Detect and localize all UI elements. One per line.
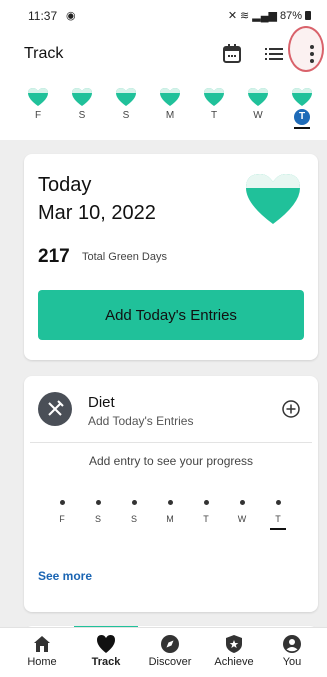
day-dot bbox=[239, 500, 245, 505]
heart-icon bbox=[72, 88, 92, 106]
day-label: T bbox=[203, 514, 209, 524]
week-day-item[interactable]: W bbox=[243, 88, 273, 121]
page-title: Track bbox=[24, 45, 64, 62]
week-day-label: F bbox=[34, 110, 42, 121]
nav-label: Track bbox=[91, 656, 121, 668]
diet-day: M bbox=[158, 500, 182, 524]
wifi-icon: ≋ bbox=[240, 10, 250, 22]
green-days-label: Total Green Days bbox=[82, 251, 167, 263]
shield-star-icon bbox=[226, 635, 242, 653]
progress-message: Add entry to see your progress bbox=[88, 454, 254, 468]
diet-week-row: F S S M T W T bbox=[24, 500, 318, 540]
week-day-item[interactable]: T bbox=[199, 88, 229, 121]
nav-item-you[interactable]: You bbox=[264, 634, 320, 668]
diet-day: S bbox=[86, 500, 110, 524]
week-day-label: S bbox=[78, 110, 86, 121]
week-day-label: T bbox=[294, 109, 310, 125]
week-day-item[interactable]: F bbox=[23, 88, 53, 121]
add-todays-entries-button[interactable]: Add Today's Entries bbox=[38, 290, 304, 340]
nav-item-home[interactable]: Home bbox=[14, 634, 70, 668]
week-day-label: W bbox=[253, 110, 263, 121]
add-circle-icon[interactable] bbox=[282, 400, 300, 418]
heart-icon bbox=[204, 88, 224, 106]
status-icons: ✕ ≋ ▂▄▆ 87% bbox=[228, 9, 311, 22]
diet-day: S bbox=[122, 500, 146, 524]
heart-icon bbox=[28, 88, 48, 106]
week-strip: F S S M T W T bbox=[0, 88, 327, 138]
day-label: W bbox=[237, 514, 247, 524]
status-time: 11:37 bbox=[28, 9, 58, 23]
diet-subtitle: Add Today's Entries bbox=[88, 414, 194, 428]
diet-card: Diet Add Today's Entries Add entry to se… bbox=[24, 376, 318, 612]
day-dot bbox=[167, 500, 173, 505]
battery-icon bbox=[305, 11, 311, 20]
day-dot bbox=[203, 500, 209, 505]
selected-underline bbox=[270, 528, 286, 530]
nav-label: Discover bbox=[148, 656, 192, 668]
diet-title: Diet bbox=[88, 394, 115, 411]
list-icon[interactable] bbox=[262, 42, 286, 66]
diet-day-selected: T bbox=[266, 500, 290, 530]
diet-day: T bbox=[194, 500, 218, 524]
person-icon bbox=[283, 635, 301, 653]
day-label: T bbox=[275, 514, 281, 524]
week-day-item[interactable]: S bbox=[111, 88, 141, 121]
week-day-item[interactable]: M bbox=[155, 88, 185, 121]
compass-icon bbox=[161, 635, 179, 653]
diet-day: W bbox=[230, 500, 254, 524]
heart-icon bbox=[246, 174, 300, 224]
heart-icon bbox=[116, 88, 136, 106]
today-card: Today Mar 10, 2022 217 Total Green Days … bbox=[24, 154, 318, 360]
nav-label: Home bbox=[27, 656, 57, 668]
day-label: F bbox=[59, 514, 65, 524]
nav-item-discover[interactable]: Discover bbox=[142, 634, 198, 668]
fork-knife-icon bbox=[48, 400, 64, 416]
heart-icon bbox=[160, 88, 180, 106]
week-day-label: M bbox=[165, 110, 175, 121]
green-days-count: 217 bbox=[38, 246, 70, 267]
nav-label: Achieve bbox=[214, 656, 254, 668]
status-bar: 11:37 ◉ ✕ ≋ ▂▄▆ 87% bbox=[0, 0, 327, 32]
battery-percent: 87% bbox=[279, 9, 302, 22]
see-more-link[interactable]: See more bbox=[38, 569, 92, 583]
nav-label: You bbox=[282, 656, 302, 668]
week-day-label: S bbox=[122, 110, 130, 121]
notification-icon: ◉ bbox=[66, 10, 76, 22]
mute-icon: ✕ bbox=[227, 10, 238, 22]
week-day-item[interactable]: S bbox=[67, 88, 97, 121]
week-day-item-selected[interactable]: T bbox=[287, 88, 317, 129]
heart-icon bbox=[97, 635, 115, 653]
day-label: S bbox=[130, 514, 137, 524]
day-dot bbox=[275, 500, 281, 505]
nav-item-achieve[interactable]: Achieve bbox=[206, 634, 262, 668]
heart-icon bbox=[248, 88, 268, 106]
divider bbox=[30, 442, 312, 443]
home-icon bbox=[34, 636, 50, 652]
content-area[interactable]: Today Mar 10, 2022 217 Total Green Days … bbox=[0, 140, 327, 627]
heart-icon bbox=[292, 88, 312, 106]
today-title: Today bbox=[38, 174, 92, 196]
day-dot bbox=[95, 500, 101, 505]
day-label: M bbox=[166, 514, 174, 524]
diet-day: F bbox=[50, 500, 74, 524]
diet-avatar bbox=[38, 392, 72, 426]
day-dot bbox=[59, 500, 65, 505]
nav-item-track[interactable]: Track bbox=[78, 634, 134, 668]
calendar-icon[interactable] bbox=[220, 42, 244, 66]
app-bar: Track bbox=[0, 32, 327, 76]
selected-underline bbox=[294, 127, 310, 129]
today-date: Mar 10, 2022 bbox=[38, 202, 156, 224]
more-vert-icon[interactable] bbox=[300, 42, 324, 66]
day-label: S bbox=[94, 514, 101, 524]
week-day-label: T bbox=[210, 110, 218, 121]
signal-icon: ▂▄▆ bbox=[252, 10, 277, 22]
bottom-nav: Home Track Discover Achieve You bbox=[0, 627, 327, 677]
day-dot bbox=[131, 500, 137, 505]
